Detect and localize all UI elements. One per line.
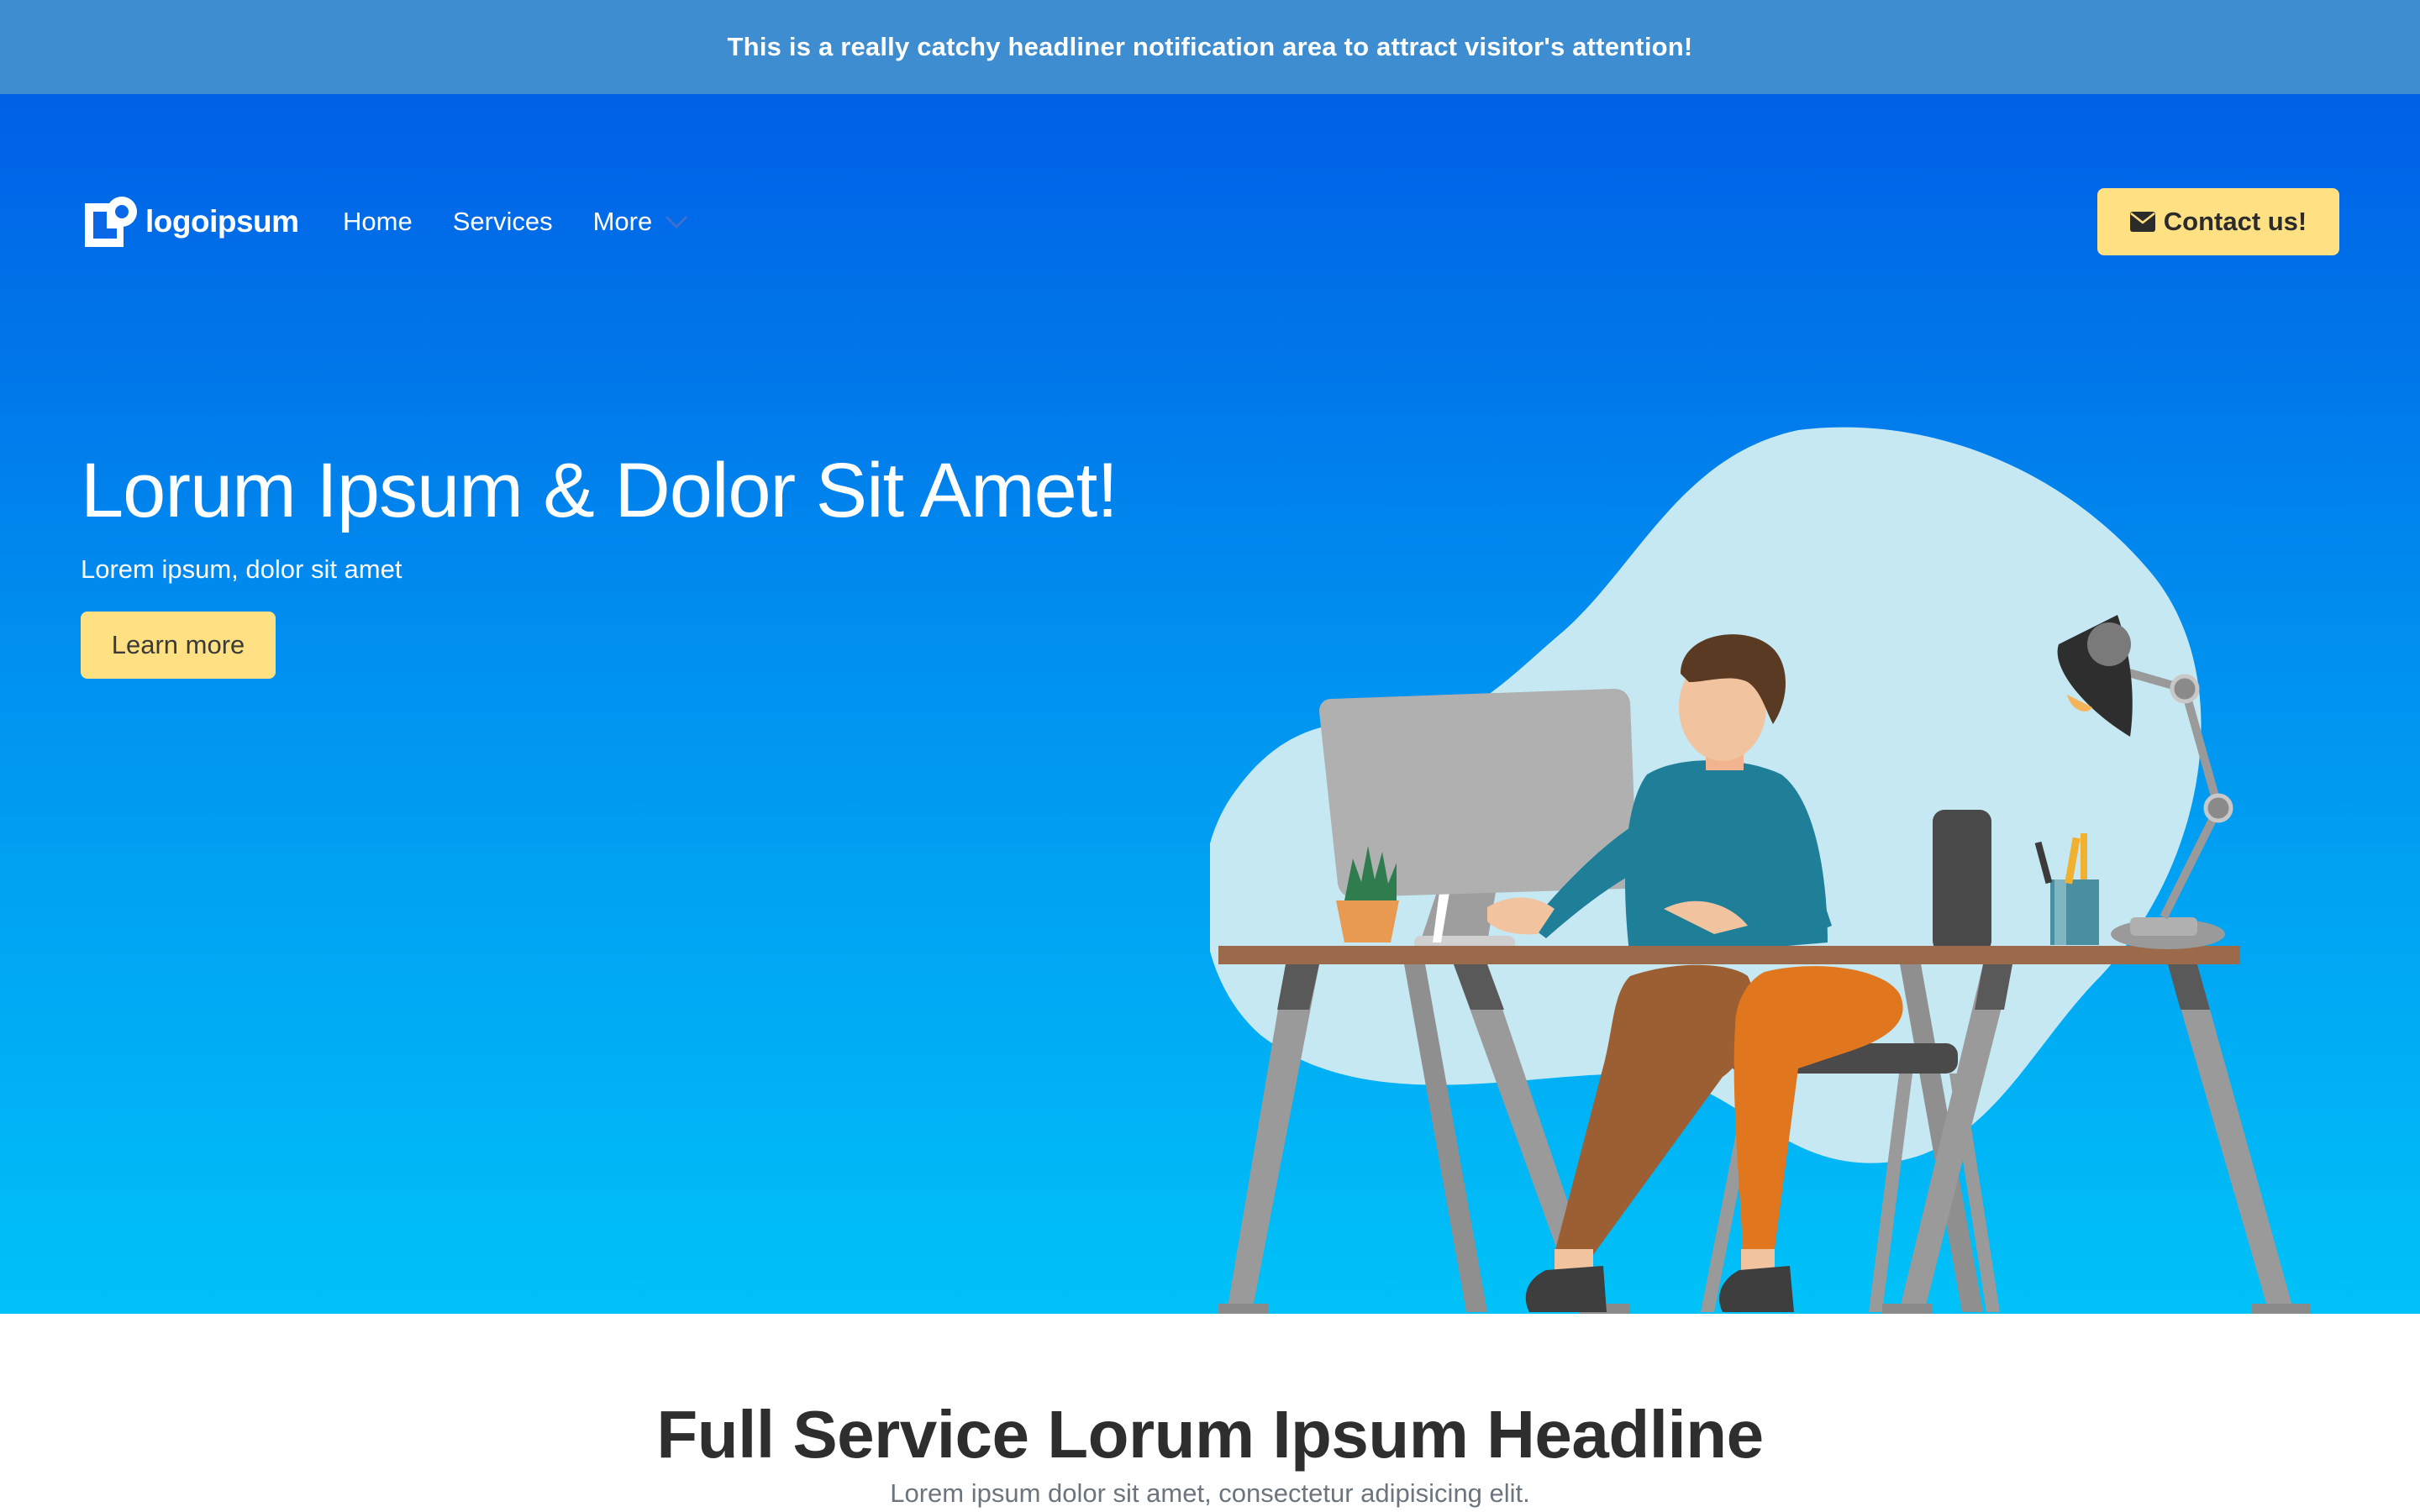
hero-subtitle: Lorem ipsum, dolor sit amet xyxy=(81,554,402,584)
hero-illustration xyxy=(1210,427,2311,1314)
section-subtitle: Lorem ipsum dolor sit amet, consectetur … xyxy=(890,1478,1530,1508)
nav-links: Home Services More xyxy=(343,188,709,255)
logo-mark-icon xyxy=(85,197,137,247)
hero-section: logoipsum Home Services More Contact us!… xyxy=(0,94,2420,1314)
chevron-down-icon xyxy=(666,215,688,229)
navbar: logoipsum Home Services More Contact us! xyxy=(81,188,2339,255)
services-section: Full Service Lorum Ipsum Headline Lorem … xyxy=(0,1314,2420,1512)
notification-text: This is a really catchy headliner notifi… xyxy=(727,32,1693,61)
logo-text: logoipsum xyxy=(145,204,299,239)
learn-more-button[interactable]: Learn more xyxy=(81,612,276,679)
logo[interactable]: logoipsum xyxy=(85,197,299,247)
envelope-icon xyxy=(2129,212,2155,232)
hero-title: Lorum Ipsum & Dolor Sit Amet! xyxy=(81,448,1118,533)
nav-home-link[interactable]: Home xyxy=(343,188,433,255)
notification-bar: This is a really catchy headliner notifi… xyxy=(0,0,2420,94)
section-title: Full Service Lorum Ipsum Headline xyxy=(656,1397,1764,1472)
nav-more-dropdown[interactable]: More xyxy=(573,188,710,255)
contact-button-label: Contact us! xyxy=(2163,207,2307,236)
nav-services-link[interactable]: Services xyxy=(433,188,573,255)
contact-button[interactable]: Contact us! xyxy=(2097,188,2339,255)
nav-more-label: More xyxy=(592,207,653,236)
